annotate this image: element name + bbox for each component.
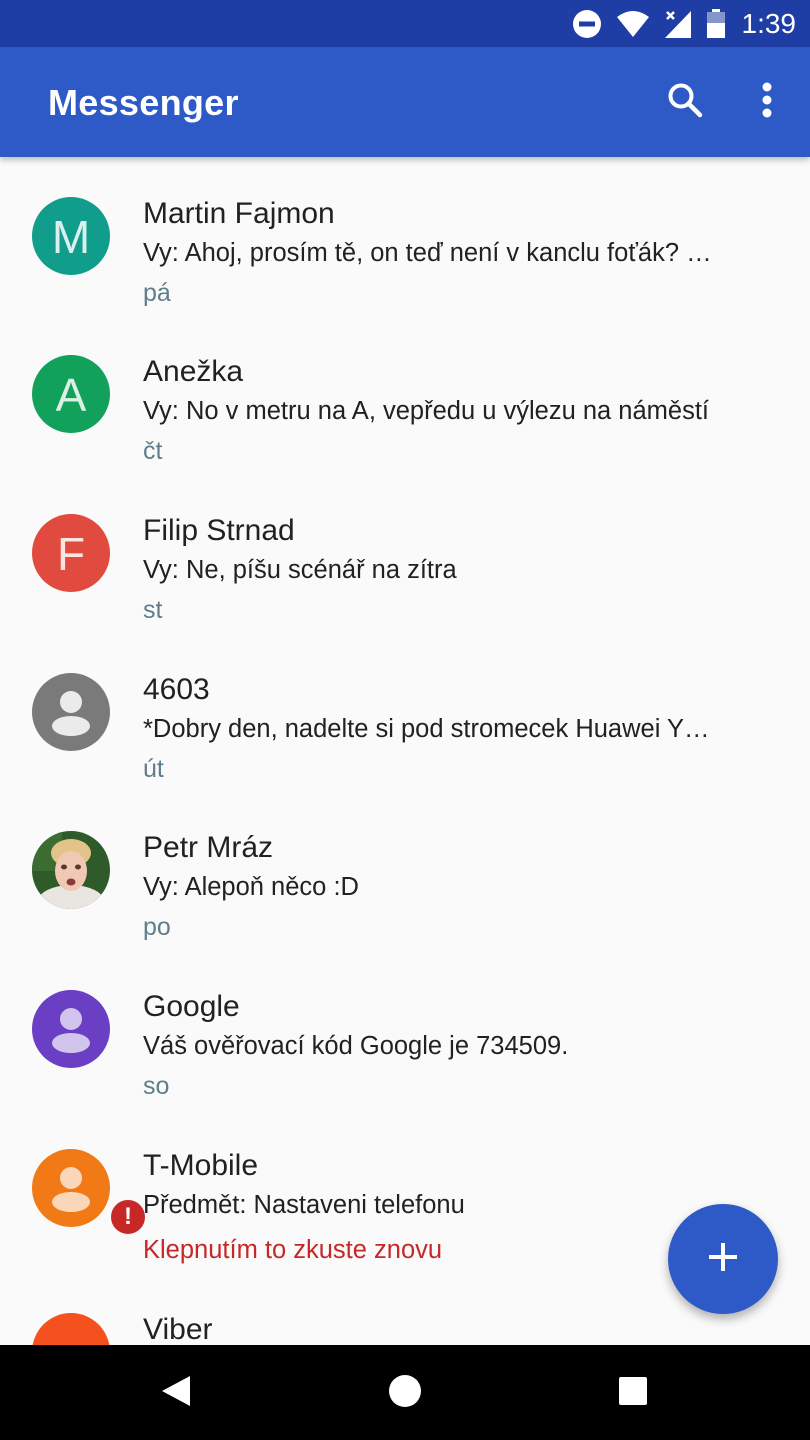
message-snippet: Váš ověřovací kód Google je 734509. xyxy=(143,1032,569,1060)
new-conversation-button[interactable] xyxy=(668,1204,778,1314)
conversation-item[interactable]: 4603 *Dobry den, nadelte si pod stromece… xyxy=(0,633,810,791)
contact-photo xyxy=(32,831,110,909)
search-button[interactable] xyxy=(660,77,710,127)
contact-name: T-Mobile xyxy=(143,1149,259,1182)
more-options-button[interactable] xyxy=(742,77,792,127)
app-bar: Messenger xyxy=(0,47,810,157)
avatar-letter: A xyxy=(55,369,87,421)
recents-button[interactable] xyxy=(607,1367,659,1419)
avatar xyxy=(32,673,110,751)
avatar-circle: A xyxy=(32,355,110,433)
cell-signal-icon xyxy=(664,9,692,39)
recents-icon xyxy=(618,1376,648,1411)
battery-icon xyxy=(706,8,726,39)
wifi-icon xyxy=(616,10,650,38)
status-icons: 1:39 xyxy=(558,0,797,47)
avatar xyxy=(32,1313,110,1345)
contact-name: Viber xyxy=(143,1313,213,1345)
plus-icon xyxy=(707,1241,739,1278)
more-vert-icon xyxy=(761,82,773,123)
contact-name: 4603 xyxy=(143,673,210,706)
person-icon xyxy=(32,673,110,751)
do-not-disturb-icon xyxy=(572,9,602,39)
home-icon xyxy=(388,1374,422,1413)
contact-name: Google xyxy=(143,990,240,1023)
error-icon: ! xyxy=(108,1197,148,1237)
message-time: pá xyxy=(143,279,171,307)
message-time: čt xyxy=(143,437,163,465)
message-snippet: *Dobry den, nadelte si pod stromecek Hua… xyxy=(143,715,710,743)
conversation-item[interactable]: Petr Mráz Vy: Alepoň něco :D po xyxy=(0,791,810,949)
message-snippet: Vy: Ahoj, prosím tě, on teď není v kancl… xyxy=(143,239,712,267)
search-icon xyxy=(667,82,703,123)
contact-name: Petr Mráz xyxy=(143,831,274,864)
back-icon xyxy=(160,1374,192,1413)
conversation-item[interactable]: F Filip Strnad Vy: Ne, píšu scénář na zí… xyxy=(0,474,810,632)
app-title: Messenger xyxy=(48,82,239,123)
message-snippet: Předmět: Nastaveni telefonu xyxy=(143,1191,465,1219)
message-time: st xyxy=(143,596,163,624)
status-time: 1:39 xyxy=(741,7,797,39)
home-button[interactable] xyxy=(379,1367,431,1419)
avatar: F xyxy=(32,514,110,592)
person-icon xyxy=(32,1149,110,1227)
message-time: po xyxy=(143,913,171,941)
avatar xyxy=(32,990,110,1068)
avatar: A xyxy=(32,355,110,433)
back-button[interactable] xyxy=(150,1367,202,1419)
contact-name: Martin Fajmon xyxy=(143,197,335,230)
avatar: ! xyxy=(32,1149,148,1237)
contact-name: Filip Strnad xyxy=(143,514,295,547)
avatar-circle: F xyxy=(32,514,110,592)
avatar-letter: F xyxy=(56,528,86,580)
message-snippet: Vy: Ne, píšu scénář na zítra xyxy=(143,556,457,584)
avatar-circle xyxy=(32,1313,110,1345)
message-time: út xyxy=(143,755,164,783)
avatar-letter: M xyxy=(51,211,91,263)
navigation-bar xyxy=(0,1345,810,1440)
avatar-circle: M xyxy=(32,197,110,275)
message-snippet: Vy: Alepoň něco :D xyxy=(143,873,359,901)
conversation-item[interactable]: M Martin Fajmon Vy: Ahoj, prosím tě, on … xyxy=(0,157,810,315)
avatar xyxy=(32,831,110,909)
message-snippet: Vy: No v metru na A, vepředu u výlezu na… xyxy=(143,397,710,425)
avatar: M xyxy=(32,197,110,275)
status-bar: 1:39 xyxy=(0,0,810,47)
contact-name: Anežka xyxy=(143,355,244,388)
retry-error-text[interactable]: Klepnutím to zkuste znovu xyxy=(143,1236,442,1265)
message-time: so xyxy=(143,1072,170,1100)
conversation-item[interactable]: Google Váš ověřovací kód Google je 73450… xyxy=(0,950,810,1108)
person-icon xyxy=(32,990,110,1068)
conversation-list: M Martin Fajmon Vy: Ahoj, prosím tě, on … xyxy=(0,157,810,1345)
conversation-item[interactable]: A Anežka Vy: No v metru na A, vepředu u … xyxy=(0,315,810,473)
